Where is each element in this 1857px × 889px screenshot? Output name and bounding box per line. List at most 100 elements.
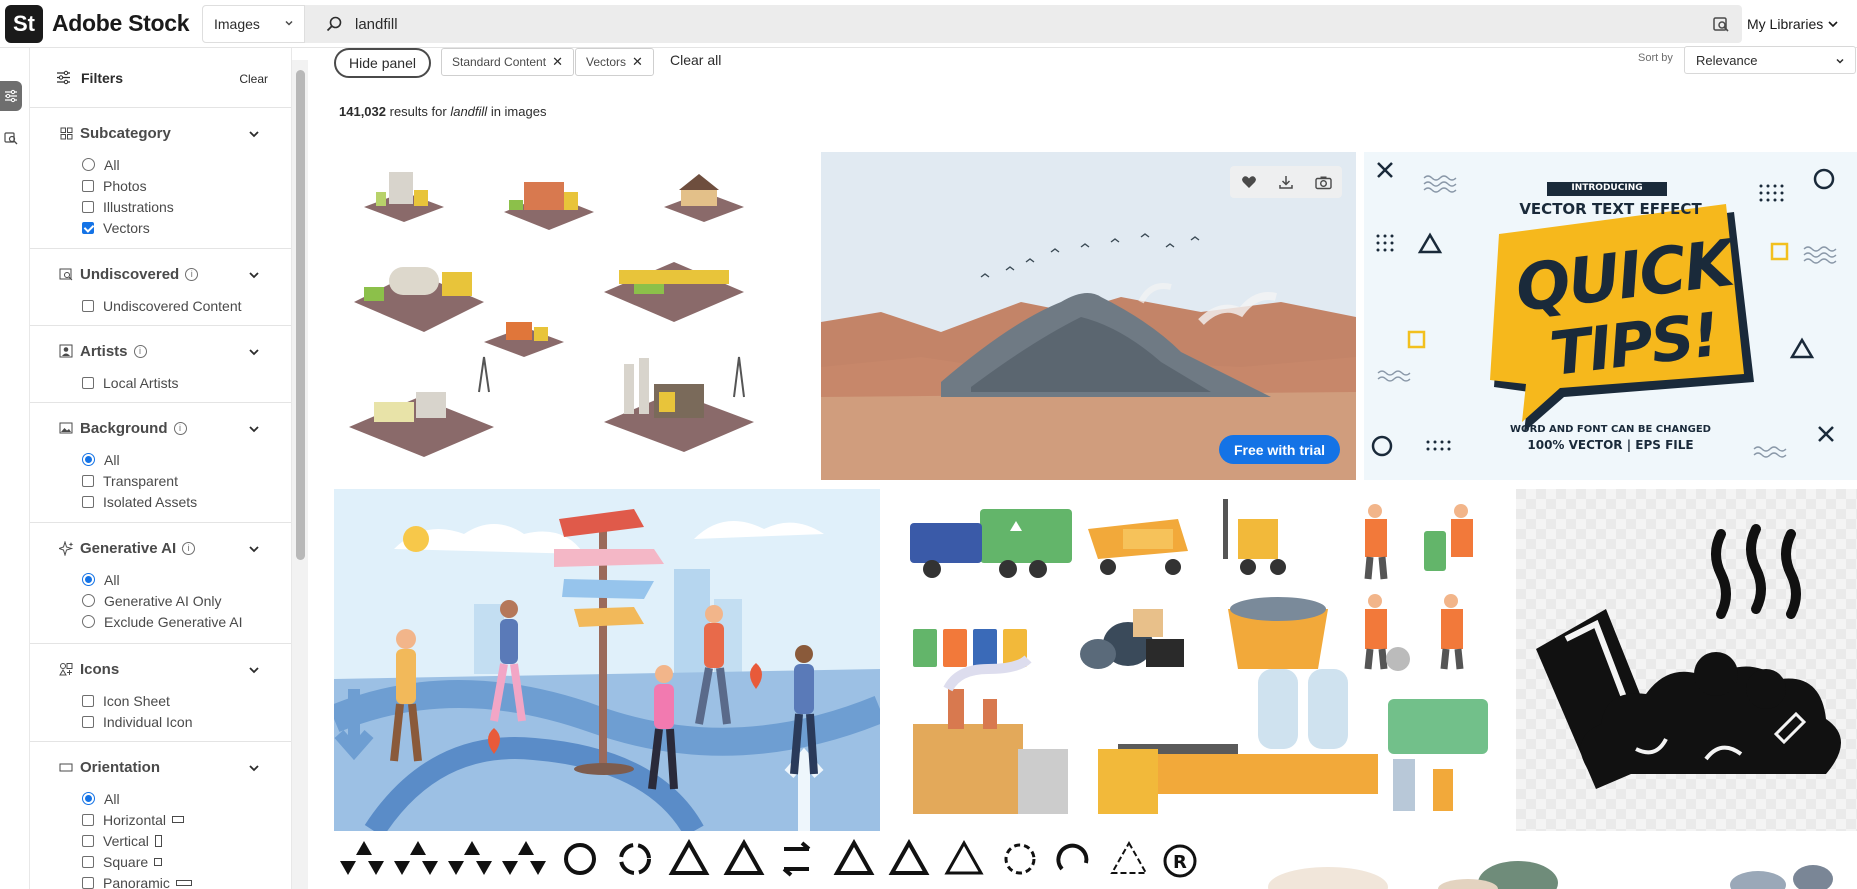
generative-option-all[interactable]: All [82,569,291,590]
option-label: Vertical [103,832,149,849]
hide-panel-button[interactable]: Hide panel [334,48,431,78]
result-tile[interactable] [334,152,813,480]
artists-option-local[interactable]: Local Artists [82,372,291,393]
checkbox-undiscovered[interactable] [82,299,94,312]
checkbox-icon-sheet[interactable] [82,694,94,707]
background-option-transparent[interactable]: Transparent [82,470,291,491]
image-icon [59,422,73,434]
checkbox-panoramic[interactable] [82,876,94,889]
filters-title: Filters [81,69,124,86]
left-rail [0,48,30,889]
checkbox-transparent[interactable] [82,474,94,487]
chevron-down-icon[interactable] [248,664,260,676]
chevron-down-icon [1828,21,1838,28]
info-icon[interactable]: i [185,267,199,281]
orientation-option-vertical[interactable]: Vertical [82,830,291,851]
sort-dropdown[interactable]: Relevance [1684,46,1856,74]
free-with-trial-button[interactable]: Free with trial [1218,435,1340,464]
undiscovered-option[interactable]: Undiscovered Content [82,295,291,316]
subcategory-option-photos[interactable]: Photos [82,175,291,196]
filter-section-icons: Icons Icon Sheet Individual Icon [30,644,291,742]
chevron-down-icon[interactable] [248,762,260,774]
search-icon [326,16,342,32]
chevron-down-icon[interactable] [248,346,260,358]
checkbox-local-artists[interactable] [82,376,94,389]
visual-search-icon[interactable] [1712,15,1730,33]
background-option-isolated[interactable]: Isolated Assets [82,491,291,512]
my-libraries-label: My Libraries [1747,16,1824,32]
radio-all[interactable] [82,158,95,171]
search-category-dropdown[interactable]: Images [202,5,305,43]
svg-text:R: R [1173,852,1187,873]
checkbox-vectors[interactable] [82,221,94,234]
option-label: Icon Sheet [103,692,170,709]
rail-filters-button[interactable] [0,81,22,111]
generative-option-exclude[interactable]: Exclude Generative AI [82,611,291,632]
result-tile[interactable]: R [334,839,1210,889]
checkbox-isolated[interactable] [82,495,94,508]
subcategory-option-all[interactable]: All [82,154,291,175]
search-input[interactable] [355,15,1655,33]
result-tile[interactable] [888,489,1508,831]
icons-option-sheet[interactable]: Icon Sheet [82,690,291,711]
filters-clear-button[interactable]: Clear [239,72,268,86]
orientation-option-square[interactable]: Square [82,851,291,872]
chevron-down-icon[interactable] [248,543,260,555]
checkbox-photos[interactable] [82,179,94,192]
clear-all-button[interactable]: Clear all [670,52,721,68]
vertical-shape-icon [154,834,162,847]
result-tile[interactable] [334,489,880,831]
option-label: Square [103,853,149,870]
result-tile[interactable]: INTRODUCING VECTOR TEXT EFFECT QUICK TIP… [1364,152,1857,480]
chip-vectors[interactable]: Vectors ✕ [575,48,654,76]
filters-scrollbar-thumb[interactable] [296,70,305,560]
background-option-all[interactable]: All [82,449,291,470]
chevron-down-icon[interactable] [248,423,260,435]
close-icon[interactable]: ✕ [552,54,563,70]
radio-exclude-generative[interactable] [82,615,95,628]
info-icon[interactable]: i [133,344,147,358]
chevron-down-icon [285,20,293,26]
generative-ai-title: Generative AI [80,539,177,557]
my-libraries-menu[interactable]: My Libraries [1747,0,1857,48]
chevron-down-icon[interactable] [248,269,260,281]
orientation-option-horizontal[interactable]: Horizontal [82,809,291,830]
checkbox-vertical[interactable] [82,834,94,847]
undiscovered-icon [59,268,73,281]
background-title: Background [80,419,168,437]
radio-generative-only[interactable] [82,594,95,607]
camera-icon[interactable] [1314,175,1332,190]
tile-actions [1230,166,1342,198]
icons-option-individual[interactable]: Individual Icon [82,711,291,732]
chip-standard-content[interactable]: Standard Content ✕ [441,48,574,76]
result-tile[interactable] [1516,489,1857,831]
checkbox-illustrations[interactable] [82,200,94,213]
download-icon[interactable] [1278,174,1294,190]
close-icon[interactable]: ✕ [632,54,643,70]
checkbox-horizontal[interactable] [82,813,94,826]
checkbox-square[interactable] [82,855,94,868]
rail-visual-search-button[interactable] [0,123,22,153]
info-icon[interactable]: i [182,541,196,555]
orientation-title: Orientation [80,758,161,776]
radio-all[interactable] [82,792,95,805]
filter-section-background: Background i All Transparent Isolated As… [30,403,291,523]
subcategory-option-vectors[interactable]: Vectors [82,217,291,238]
result-tile[interactable] [1218,839,1857,889]
orientation-option-all[interactable]: All [82,788,291,809]
checkbox-individual-icon[interactable] [82,715,94,728]
subcategory-option-illustrations[interactable]: Illustrations [82,196,291,217]
orientation-option-panoramic[interactable]: Panoramic [82,872,291,889]
adobe-stock-logo[interactable]: St Adobe Stock [0,0,200,48]
chevron-down-icon[interactable] [248,128,260,140]
radio-all[interactable] [82,573,95,586]
generative-option-only[interactable]: Generative AI Only [82,590,291,611]
orientation-icon [59,763,73,772]
info-icon[interactable]: i [173,421,187,435]
option-label: Photos [103,177,147,194]
heart-icon[interactable] [1241,175,1257,189]
artists-title: Artists [80,342,128,360]
search-bar: Images [202,5,1742,43]
result-tile[interactable]: Free with trial [821,152,1356,480]
radio-all[interactable] [82,453,95,466]
